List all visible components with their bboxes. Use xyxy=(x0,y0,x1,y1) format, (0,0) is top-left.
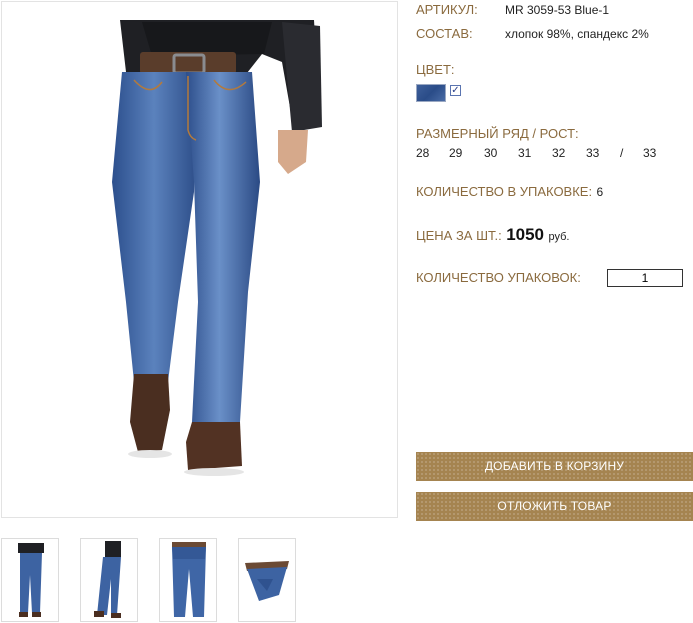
pack-quantity-value: 6 xyxy=(596,185,604,199)
size-range-label: РАЗМЕРНЫЙ РЯД / РОСТ: xyxy=(416,126,579,141)
packs-count-input[interactable] xyxy=(607,269,683,287)
article-label: АРТИКУЛ: xyxy=(416,2,478,17)
jeans-photo-image xyxy=(2,2,397,517)
price-currency: руб. xyxy=(548,231,570,243)
size-item: 30 xyxy=(484,146,498,160)
pack-quantity-label: КОЛИЧЕСТВО В УПАКОВКЕ: xyxy=(416,184,593,199)
add-to-cart-button[interactable]: ДОБАВИТЬ В КОРЗИНУ xyxy=(416,452,693,481)
thumbnail-flat[interactable] xyxy=(159,538,217,622)
size-item: 29 xyxy=(449,146,463,160)
price-block: ЦЕНА ЗА ШТ.: 1050 руб. xyxy=(416,225,569,245)
size-item: 32 xyxy=(552,146,566,160)
size-item: 31 xyxy=(518,146,532,160)
postpone-button[interactable]: ОТЛОЖИТЬ ТОВАР xyxy=(416,492,693,521)
thumbnail-front[interactable] xyxy=(1,538,59,622)
color-checkbox[interactable]: ✓ xyxy=(450,85,461,96)
thumbnail-flat-image xyxy=(172,542,206,617)
size-item: 33 xyxy=(586,146,600,160)
main-product-photo[interactable] xyxy=(1,1,398,518)
composition-label: СОСТАВ: xyxy=(416,26,473,41)
thumbnail-front-image xyxy=(18,543,44,617)
thumbnail-folded[interactable] xyxy=(238,538,296,622)
thumbnail-side-image xyxy=(94,541,121,618)
packs-count-label: КОЛИЧЕСТВО УПАКОВОК: xyxy=(416,270,581,285)
thumbnail-side[interactable] xyxy=(80,538,138,622)
pack-quantity: КОЛИЧЕСТВО В УПАКОВКЕ: 6 xyxy=(416,183,603,201)
price-label: ЦЕНА ЗА ШТ.: xyxy=(416,228,502,243)
composition-value: хлопок 98%, спандекс 2% xyxy=(505,27,649,41)
price-value: 1050 xyxy=(506,225,545,244)
thumbnail-folded-image xyxy=(245,561,289,601)
color-swatch[interactable] xyxy=(416,84,446,102)
height-item: 33 xyxy=(643,146,657,160)
color-label: ЦВЕТ: xyxy=(416,62,455,77)
size-item: 28 xyxy=(416,146,430,160)
article-value: MR 3059-53 Blue-1 xyxy=(505,3,610,17)
size-separator: / xyxy=(620,146,624,160)
